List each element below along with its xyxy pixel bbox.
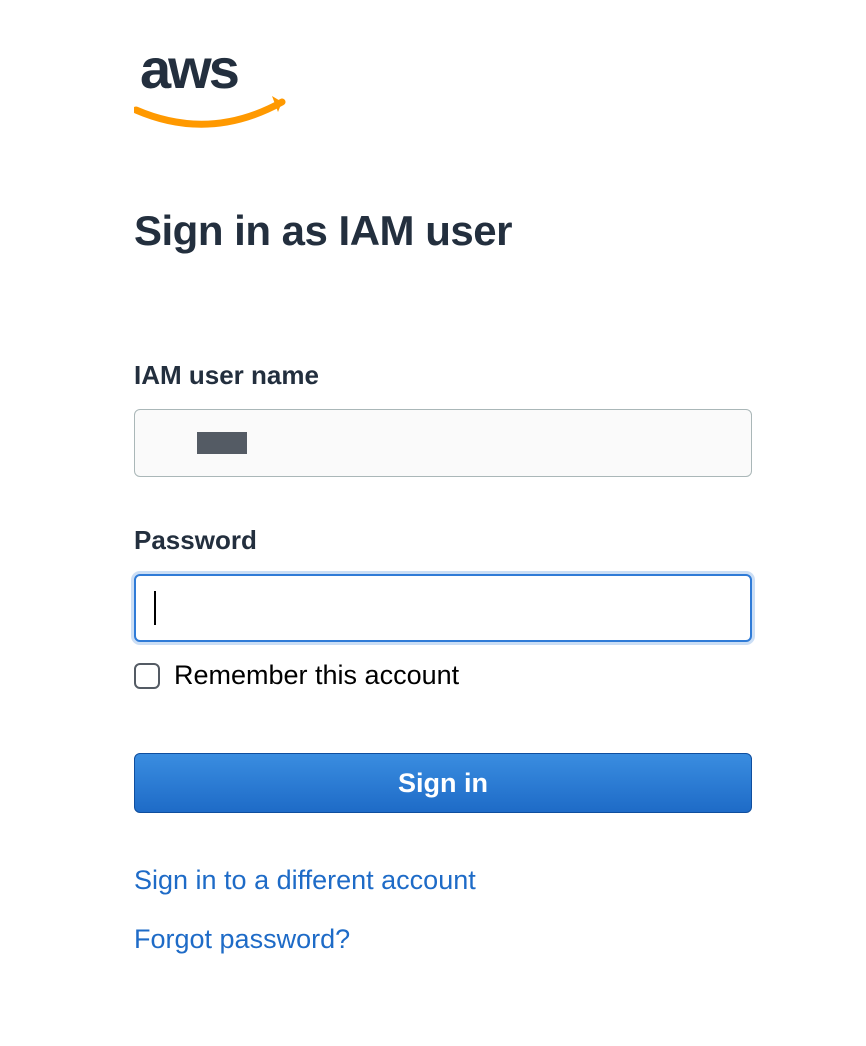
svg-text:aws: aws <box>140 42 238 100</box>
remember-label: Remember this account <box>174 660 459 691</box>
password-input[interactable] <box>134 574 752 642</box>
password-field-group: Password <box>134 525 866 642</box>
forgot-password-link[interactable]: Forgot password? <box>134 924 866 955</box>
different-account-link[interactable]: Sign in to a different account <box>134 865 866 896</box>
username-input[interactable] <box>134 409 752 477</box>
aws-logo-svg: aws <box>134 42 289 137</box>
username-redacted-value <box>197 432 247 454</box>
text-cursor <box>154 591 156 625</box>
page-title: Sign in as IAM user <box>134 207 866 255</box>
signin-button[interactable]: Sign in <box>134 753 752 813</box>
username-label: IAM user name <box>134 360 866 391</box>
password-label: Password <box>134 525 866 556</box>
aws-logo: aws <box>134 42 866 142</box>
remember-checkbox-row: Remember this account <box>134 660 866 691</box>
remember-checkbox[interactable] <box>134 663 160 689</box>
username-field-group: IAM user name <box>134 360 866 477</box>
